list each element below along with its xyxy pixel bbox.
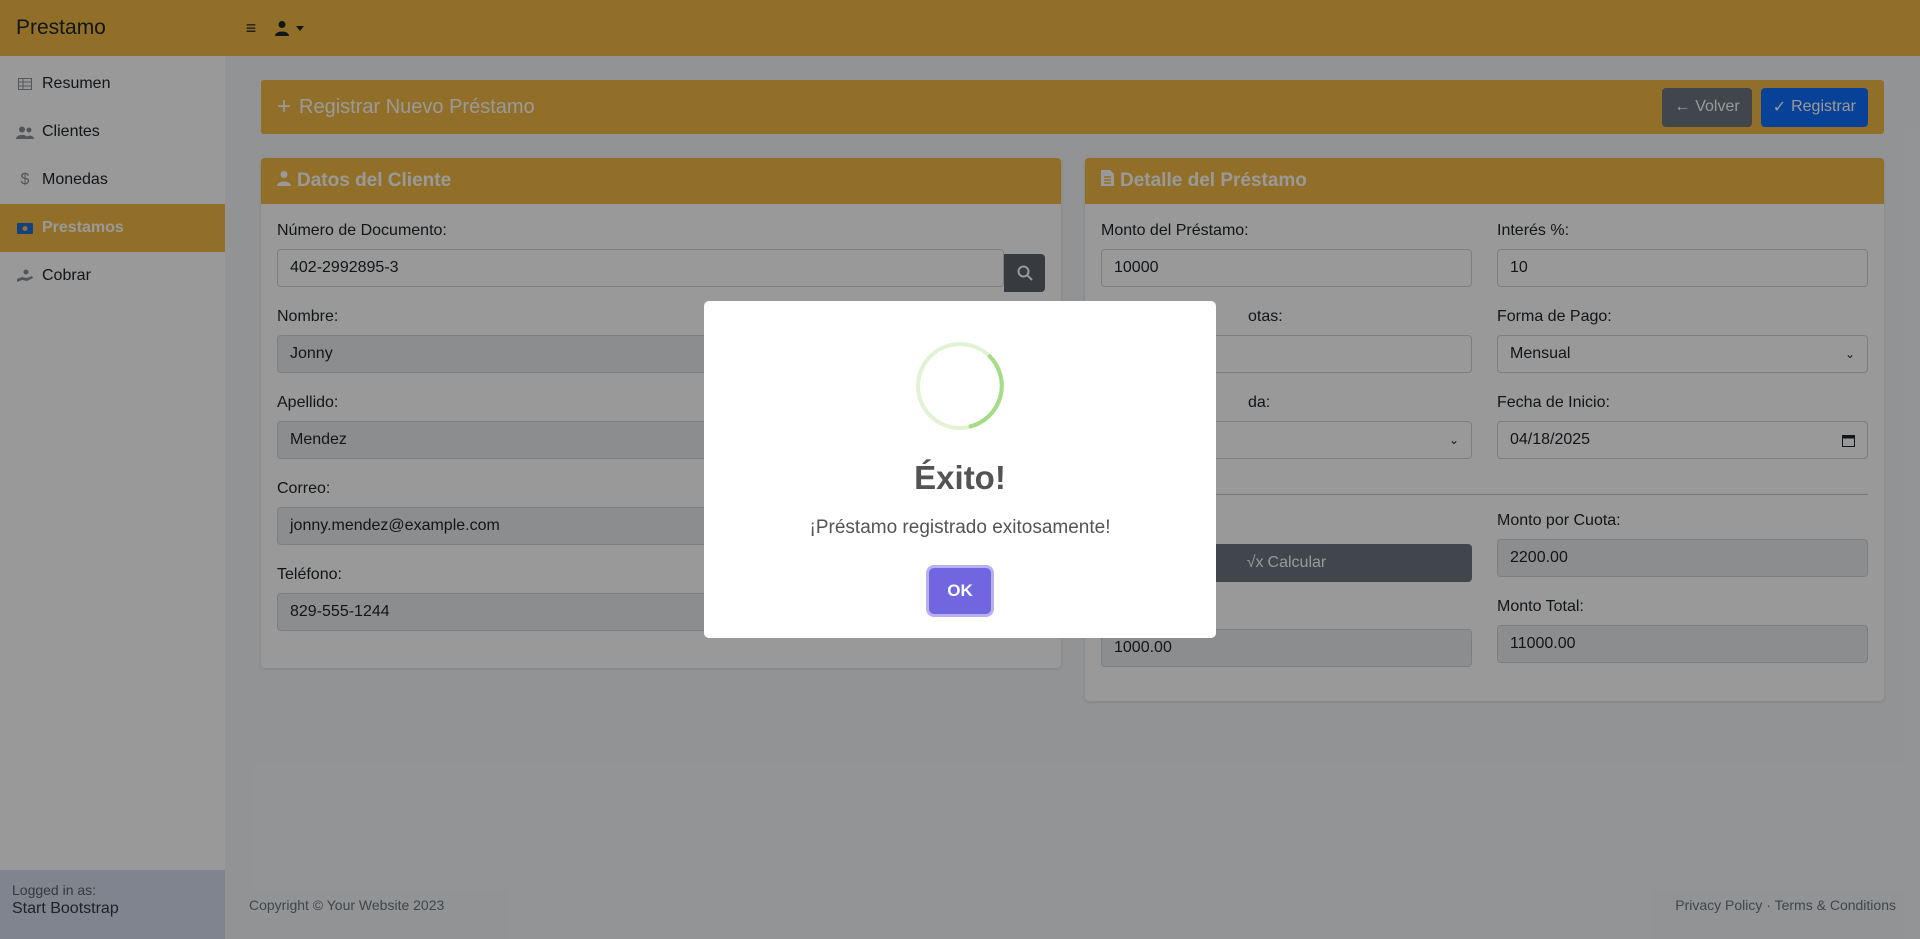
- ok-button[interactable]: OK: [929, 568, 991, 614]
- success-spinner-icon: [916, 342, 1004, 430]
- modal-message: ¡Préstamo registrado exitosamente!: [809, 517, 1111, 538]
- modal-title: Éxito!: [914, 459, 1006, 496]
- modal-backdrop[interactable]: Éxito! ¡Préstamo registrado exitosamente…: [0, 0, 1920, 939]
- success-modal: Éxito! ¡Préstamo registrado exitosamente…: [704, 301, 1216, 638]
